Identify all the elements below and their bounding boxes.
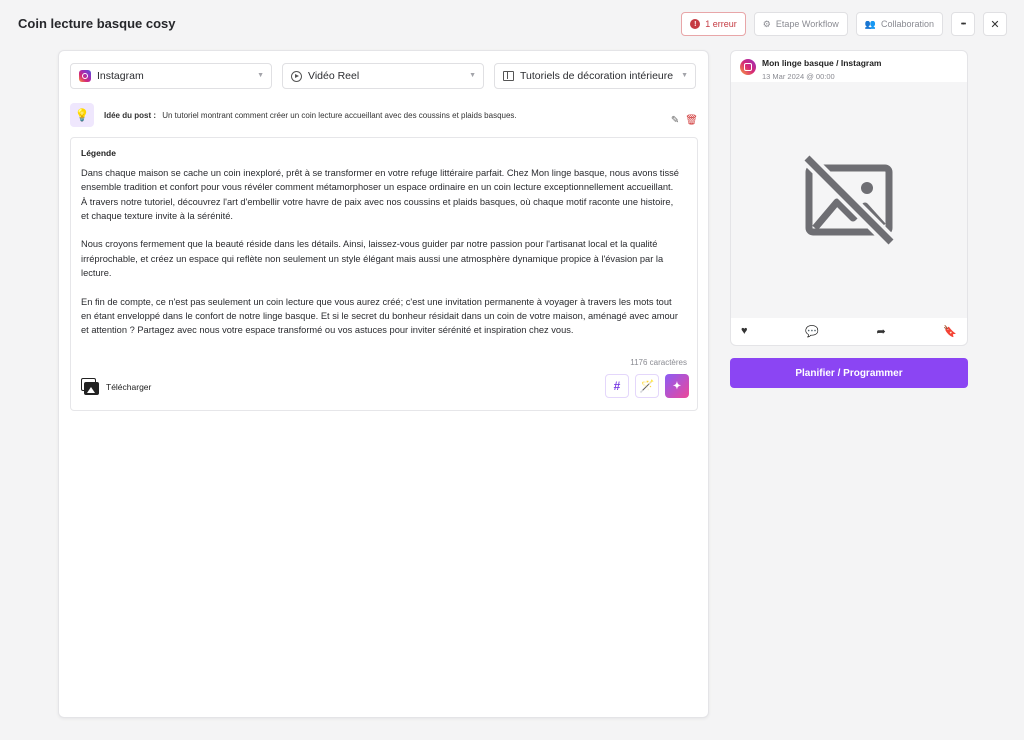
format-value: Vidéo Reel (308, 70, 360, 82)
caption-paragraph: Dans chaque maison se cache un coin inex… (81, 168, 679, 221)
format-select[interactable]: Vidéo Reel ▼ (282, 63, 484, 89)
chevron-down-icon: ▼ (681, 72, 688, 79)
hashtag-button[interactable]: # (605, 374, 629, 398)
workflow-button[interactable]: ⚙ Etape Workflow (753, 12, 848, 36)
comment-icon: 💬 (805, 325, 819, 338)
more-options-button[interactable]: ••• (951, 12, 975, 36)
ai-assistant-button[interactable]: ✦ (665, 374, 689, 398)
images-icon (81, 378, 99, 395)
magic-wand-icon: 🪄 (639, 379, 655, 393)
instagram-icon (79, 70, 91, 82)
image-off-icon (802, 153, 896, 247)
idea-actions: ✎ 🗑 (671, 115, 698, 126)
caption-label: Légende (81, 148, 116, 158)
collaboration-button[interactable]: 👥 Collaboration (855, 12, 943, 36)
preview-image-placeholder (731, 82, 967, 318)
idea-text: Un tutoriel montrant comment créer un co… (162, 110, 517, 120)
layout-icon (503, 71, 514, 81)
lightbulb-icon: 💡 (70, 103, 94, 127)
preview-actions: ♥ 💬 ➦ 🔖 (731, 317, 967, 345)
caption-tools: # 🪄 ✦ (605, 374, 689, 398)
chevron-down-icon: ▼ (257, 72, 264, 79)
workflow-icon: ⚙ (762, 18, 771, 29)
page-title: Coin lecture basque cosy (18, 16, 176, 31)
collaboration-label: Collaboration (880, 19, 934, 29)
play-icon (291, 70, 302, 82)
ai-icon: ✦ (672, 380, 682, 392)
magic-wand-button[interactable]: 🪄 (635, 374, 659, 398)
post-editor: Instagram ▼ Vidéo Reel ▼ Tutoriels de dé… (58, 50, 709, 718)
category-select[interactable]: Tutoriels de décoration intérieure ▼ (494, 63, 696, 89)
post-idea: 💡 Idée du post : Un tutoriel montrant co… (70, 103, 700, 127)
preview-account: Mon linge basque / Instagram (762, 58, 882, 68)
close-icon: ✕ (990, 18, 1000, 31)
preview-header: Mon linge basque / Instagram 13 Mar 2024… (740, 58, 882, 81)
preview-date: 13 Mar 2024 @ 00:00 (762, 72, 835, 81)
idea-text-wrapper: Idée du post : Un tutoriel montrant comm… (104, 111, 517, 120)
hashtag-icon: # (613, 379, 621, 393)
users-icon: 👥 (864, 18, 876, 29)
upload-button[interactable]: Télécharger (81, 378, 151, 395)
error-label: 1 erreur (705, 19, 737, 29)
top-actions: ! 1 erreur ⚙ Etape Workflow 👥 Collaborat… (681, 12, 1007, 36)
more-icon: ••• (960, 20, 966, 28)
bookmark-icon: 🔖 (943, 325, 957, 338)
caption-box[interactable]: Légende Dans chaque maison se cache un c… (70, 137, 698, 411)
heart-icon: ♥ (741, 325, 748, 337)
share-icon: ➦ (876, 325, 886, 338)
character-count: 1176 caractères (630, 358, 687, 367)
trash-icon[interactable]: 🗑 (685, 115, 698, 126)
schedule-button[interactable]: Planifier / Programmer (730, 358, 968, 388)
caption-text[interactable]: Dans chaque maison se cache un coin inex… (81, 166, 681, 352)
caption-paragraph: En fin de compte, ce n'est pas seulement… (81, 296, 678, 336)
workflow-label: Etape Workflow (775, 19, 839, 29)
caption-paragraph: Nous croyons fermement que la beauté rés… (81, 239, 664, 279)
upload-label: Télécharger (106, 381, 152, 392)
edit-icon[interactable]: ✎ (671, 115, 679, 126)
close-button[interactable]: ✕ (983, 12, 1007, 36)
error-icon: ! (690, 19, 701, 29)
chevron-down-icon: ▼ (469, 72, 476, 79)
avatar (740, 59, 756, 75)
post-preview: Mon linge basque / Instagram 13 Mar 2024… (730, 50, 968, 346)
post-settings: Instagram ▼ Vidéo Reel ▼ Tutoriels de dé… (70, 63, 696, 89)
category-value: Tutoriels de décoration intérieure (520, 70, 674, 82)
error-button[interactable]: ! 1 erreur (681, 12, 746, 36)
network-value: Instagram (97, 70, 144, 82)
network-select[interactable]: Instagram ▼ (70, 63, 272, 89)
idea-label: Idée du post : (104, 110, 156, 120)
